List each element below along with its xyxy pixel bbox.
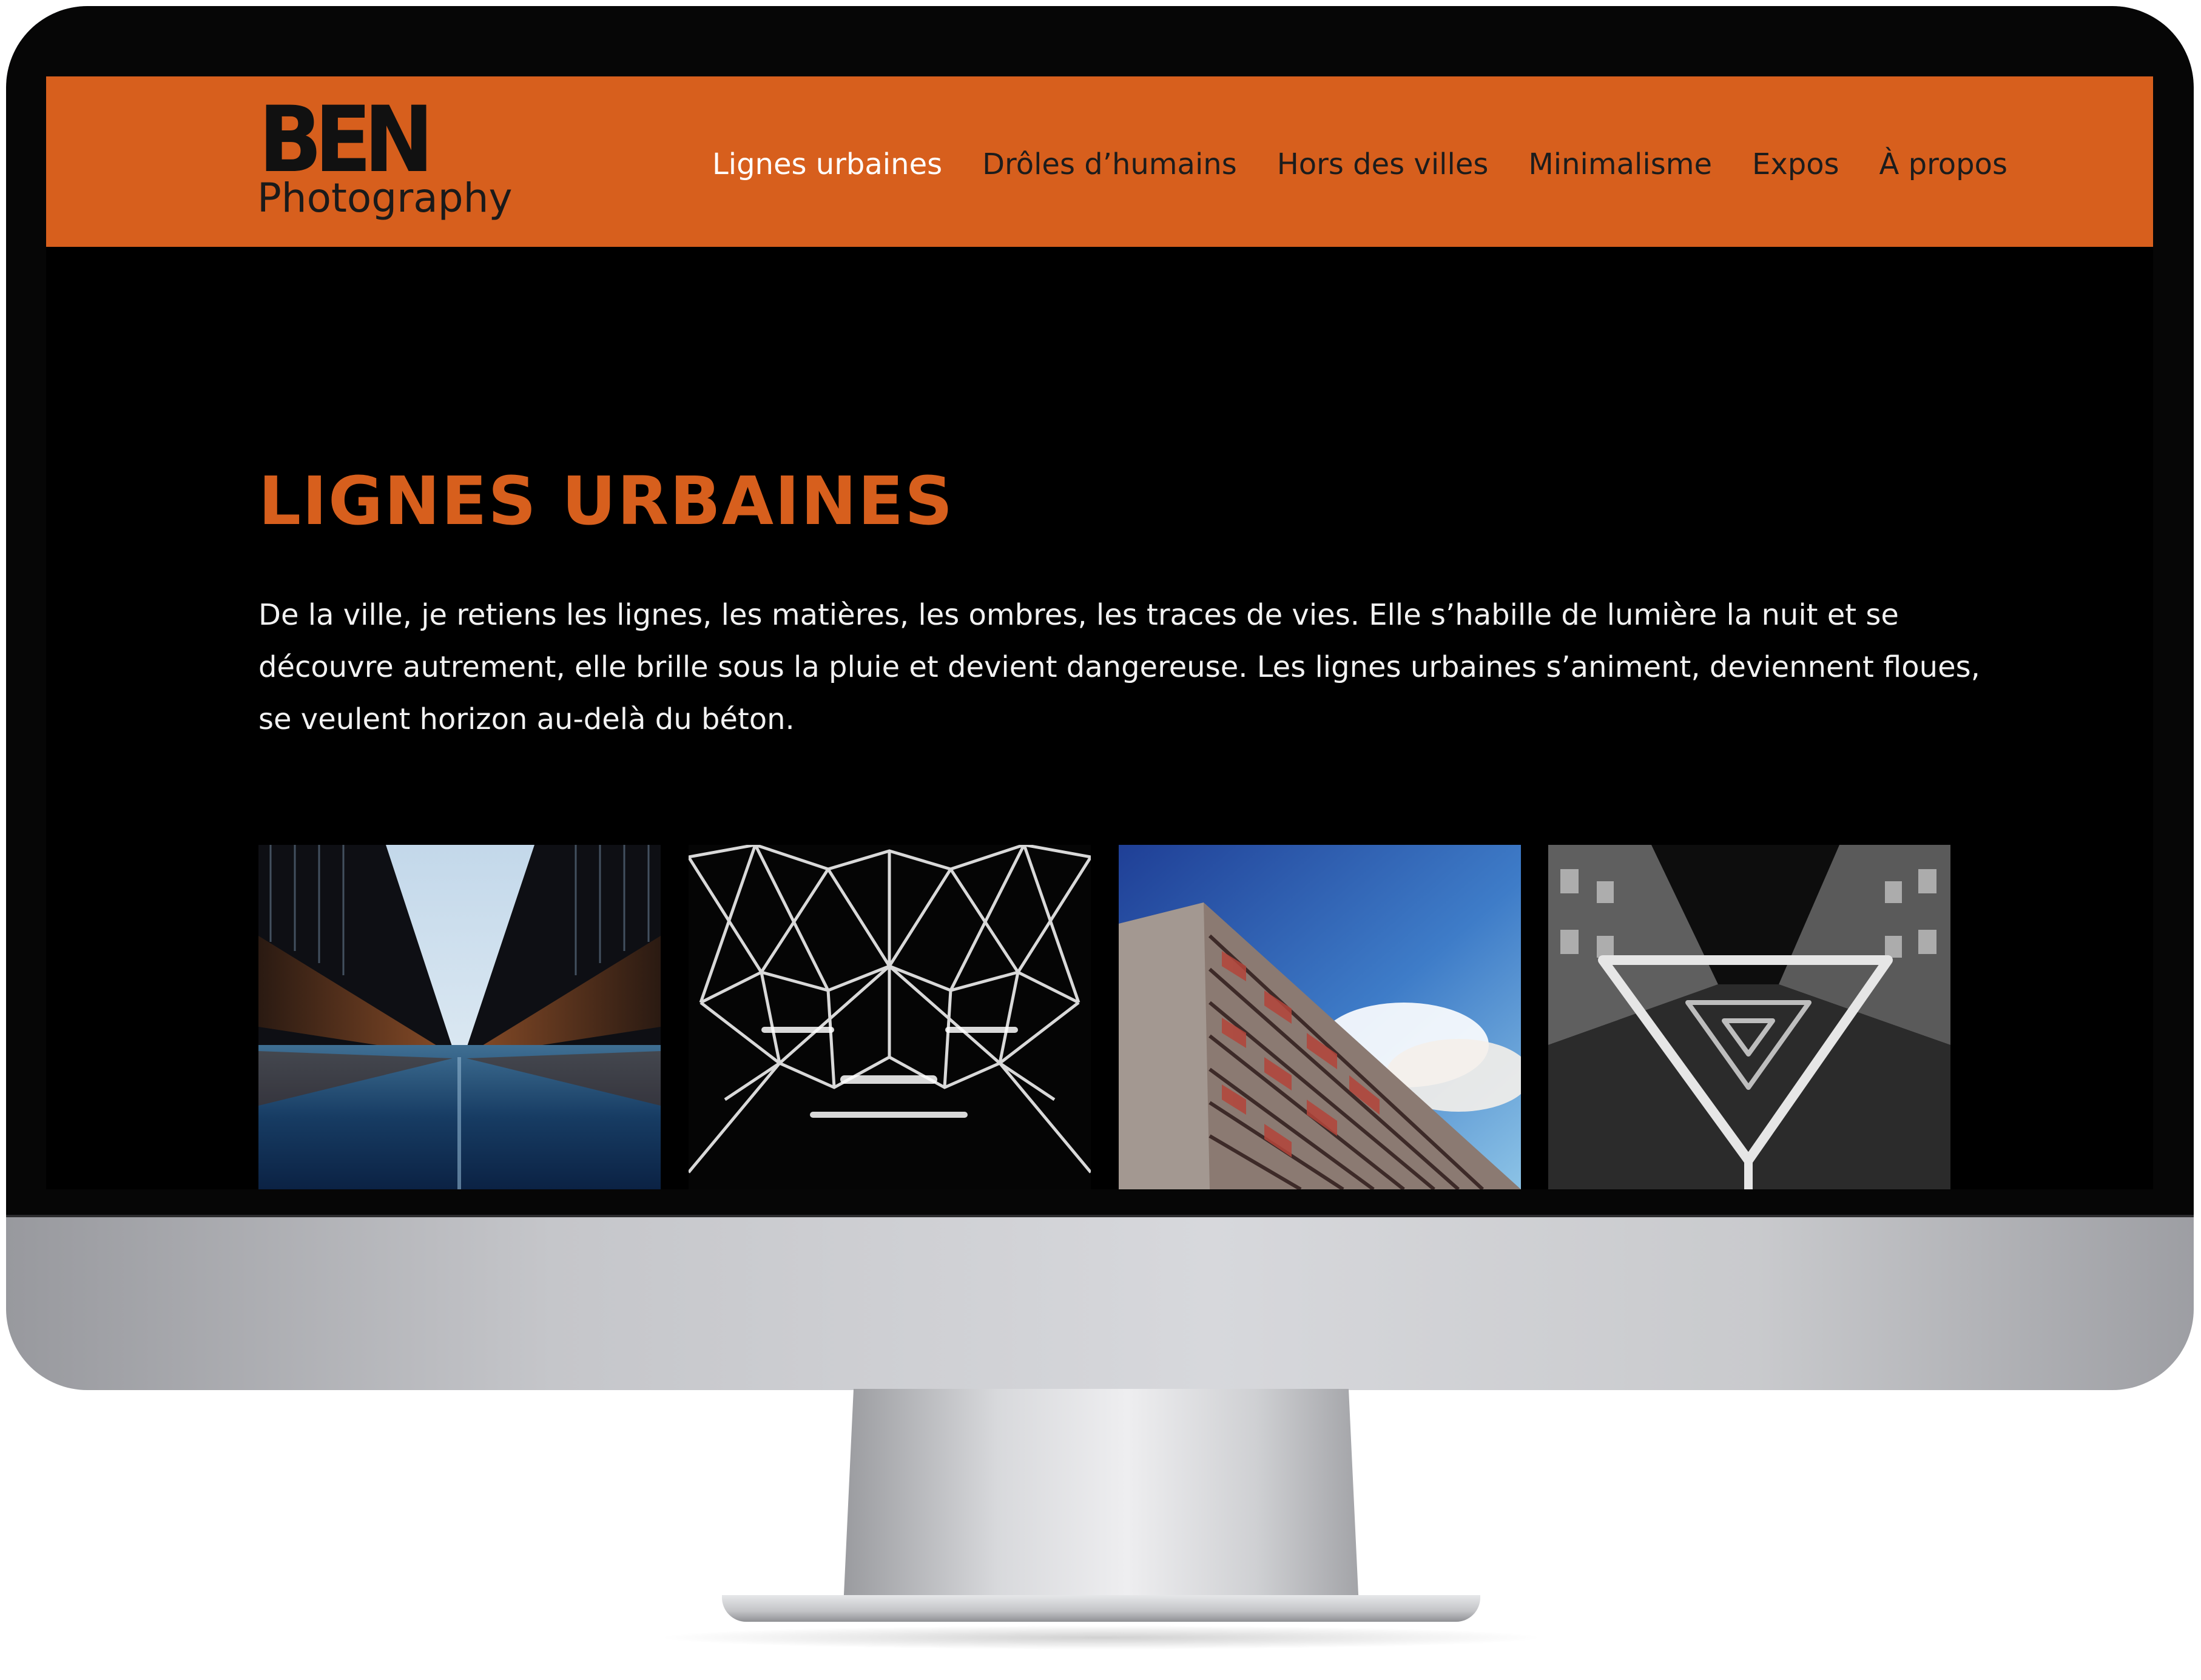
main-nav: Lignes urbaines Drôles d’humains Hors de… (712, 143, 2007, 186)
photo-corridor-reflection (258, 845, 661, 1189)
photo-night-street-bike-rack (1548, 845, 1950, 1189)
nav-item-hors-des-villes[interactable]: Hors des villes (1277, 147, 1489, 181)
nav-item-droles-d-humains[interactable]: Drôles d’humains (982, 147, 1237, 181)
photo-apartment-building (1119, 845, 1521, 1189)
nav-item-a-propos[interactable]: À propos (1879, 147, 2007, 181)
monitor-frame: BEN Photography Lignes urbaines Drôles d… (6, 6, 2194, 1390)
gallery-photo[interactable] (689, 845, 1091, 1189)
photo-gallery (258, 845, 1950, 1189)
site-logo[interactable]: BEN Photography (257, 87, 513, 234)
intro-paragraph: De la ville, je retiens les lignes, les … (258, 598, 1980, 736)
photo-steel-truss (689, 845, 1091, 1189)
page-title: LIGNES URBAINES (258, 462, 954, 540)
site-header: BEN Photography Lignes urbaines Drôles d… (46, 76, 2153, 247)
monitor-shadow (655, 1625, 1547, 1650)
gallery-photo[interactable] (258, 845, 661, 1189)
logo-subtitle: Photography (257, 175, 513, 221)
monitor-stand-base (722, 1595, 1480, 1622)
monitor-chin-divider (6, 1215, 2194, 1217)
monitor-stand (843, 1389, 1359, 1607)
gallery-photo[interactable] (1119, 845, 1521, 1189)
monitor-bezel: BEN Photography Lignes urbaines Drôles d… (6, 6, 2194, 1215)
logo-title: BEN (258, 87, 434, 193)
nav-item-minimalisme[interactable]: Minimalisme (1528, 147, 1712, 181)
browser-viewport: BEN Photography Lignes urbaines Drôles d… (46, 76, 2153, 1189)
nav-item-expos[interactable]: Expos (1752, 147, 1839, 181)
nav-item-lignes-urbaines[interactable]: Lignes urbaines (712, 147, 942, 181)
gallery-photo[interactable] (1548, 845, 1950, 1189)
